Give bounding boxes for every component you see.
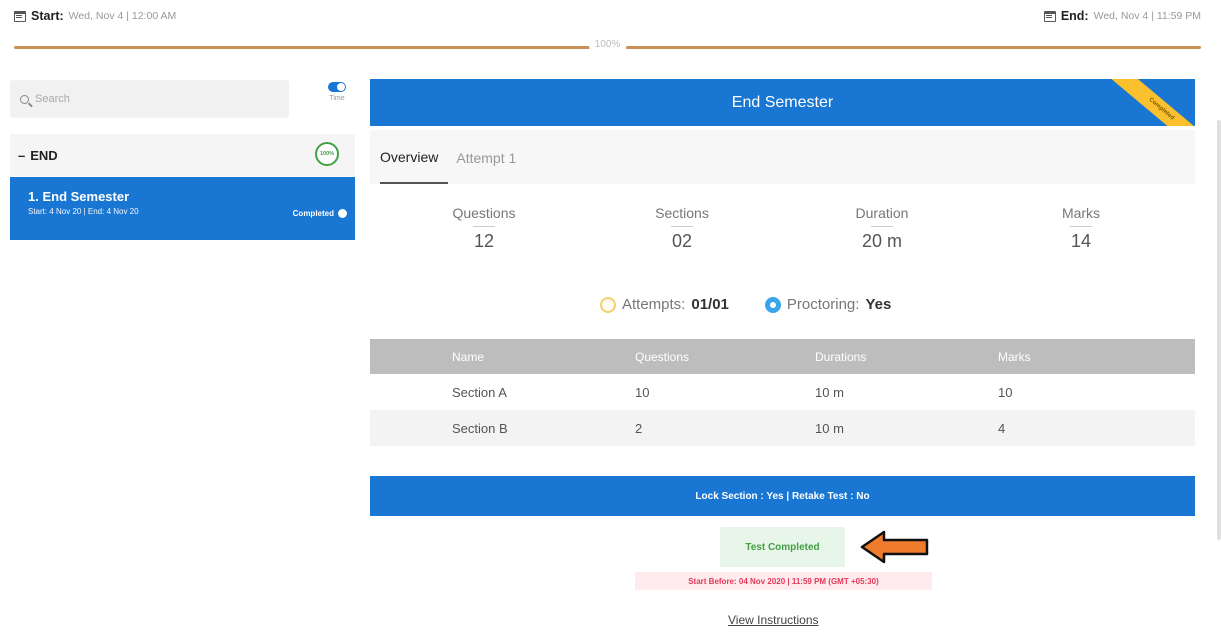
column-header-durations: Durations <box>815 339 998 374</box>
time-toggle[interactable] <box>328 82 346 92</box>
stat-label: Sections <box>655 205 709 221</box>
attempts-info: Attempts: 01/01 <box>600 296 729 313</box>
tab-bar: Overview Attempt 1 <box>370 130 1195 184</box>
lock-info-bar: Lock Section : Yes | Retake Test : No <box>370 476 1195 516</box>
proctoring-info: Proctoring: Yes <box>764 296 892 313</box>
schedule-progress-bar: 100% <box>14 39 1201 50</box>
schedule-progress-label: 100% <box>588 39 627 50</box>
start-before-notice: Start Before: 04 Nov 2020 | 11:59 PM (GM… <box>635 572 932 590</box>
status-dot-icon <box>338 209 347 218</box>
table-row: Section A 10 10 m 10 <box>370 374 1195 410</box>
time-toggle-label: Time <box>329 95 345 102</box>
stat-value: 14 <box>1070 231 1092 251</box>
tab-attempt-1[interactable]: Attempt 1 <box>456 132 526 183</box>
test-completed-button[interactable]: Test Completed <box>720 527 845 567</box>
cell-section-name: Section A <box>452 384 507 400</box>
column-header-name: Name <box>370 339 635 374</box>
stat-label: Duration <box>855 205 909 221</box>
collapse-icon[interactable]: – <box>18 148 25 163</box>
start-label: Start: <box>31 9 64 23</box>
stat-divider <box>871 226 893 227</box>
sidebar-item-title: 1. End Semester <box>28 189 130 204</box>
stat-divider <box>1070 226 1092 227</box>
calendar-icon <box>14 10 26 22</box>
proctoring-value: Yes <box>865 296 892 313</box>
group-header-end[interactable]: – END 100% <box>10 134 355 176</box>
sidebar-item-end-semester[interactable]: 1. End Semester Start: 4 Nov 20 | End: 4… <box>10 177 355 240</box>
view-instructions-link[interactable]: View Instructions <box>728 613 819 627</box>
cell-marks: 10 <box>998 384 1013 400</box>
group-name: END <box>30 147 58 163</box>
attempts-label: Attempts: <box>622 296 686 313</box>
stat-divider <box>473 226 495 227</box>
cell-section-name: Section B <box>370 410 635 446</box>
schedule-bar: Start: Wed, Nov 4 | 12:00 AM End: Wed, N… <box>0 0 1221 60</box>
stat-value: 20 m <box>861 231 903 251</box>
cell-duration: 10 m <box>815 384 844 400</box>
end-value: Wed, Nov 4 | 11:59 PM <box>1093 10 1201 22</box>
end-time: End: Wed, Nov 4 | 11:59 PM <box>1043 9 1201 23</box>
attempts-value: 01/01 <box>691 296 729 313</box>
stat-label: Questions <box>452 205 516 221</box>
column-header-marks: Marks <box>998 339 1195 374</box>
cell-marks: 4 <box>998 410 1195 446</box>
sidebar-item-status-label: Completed <box>292 209 334 218</box>
calendar-icon <box>1043 10 1056 22</box>
stat-marks: Marks 14 <box>1026 205 1136 252</box>
search-icon <box>20 94 29 104</box>
column-header-questions: Questions <box>635 339 815 374</box>
stat-value: 12 <box>473 231 495 251</box>
attempts-icon <box>600 296 616 313</box>
stat-questions: Questions 12 <box>429 205 539 252</box>
time-toggle-wrap[interactable]: Time <box>322 82 352 102</box>
proctoring-icon <box>764 296 781 313</box>
stat-duration: Duration 20 m <box>827 205 937 252</box>
table-row: Section B 2 10 m 4 <box>370 410 1195 446</box>
proctoring-label: Proctoring: <box>786 296 860 313</box>
stat-value: 02 <box>671 231 693 251</box>
attempt-meta: Attempts: 01/01 Proctoring: Yes <box>600 296 891 313</box>
arrow-left-icon <box>860 530 929 564</box>
sidebar-item-status: Completed <box>293 209 347 218</box>
stat-divider <box>671 226 693 227</box>
test-stats: Questions 12 Sections 02 Duration 20 m M… <box>370 205 1195 265</box>
start-time: Start: Wed, Nov 4 | 12:00 AM <box>14 9 176 23</box>
test-title: End Semester <box>731 93 834 111</box>
cell-questions: 10 <box>635 384 650 400</box>
test-title-banner: End Semester Completed <box>370 79 1195 126</box>
search-box[interactable] <box>10 80 289 118</box>
search-input[interactable] <box>35 93 275 105</box>
scrollbar[interactable] <box>1217 120 1221 540</box>
group-progress-ring: 100% <box>315 142 339 166</box>
table-header-row: Name Questions Durations Marks <box>370 339 1195 374</box>
sections-table: Name Questions Durations Marks Section A… <box>370 339 1195 446</box>
cell-questions: 2 <box>635 410 815 446</box>
tab-overview[interactable]: Overview <box>380 131 449 184</box>
stat-label: Marks <box>1061 205 1101 221</box>
completed-ribbon: Completed <box>1109 79 1195 126</box>
cell-duration: 10 m <box>815 410 998 446</box>
end-label: End: <box>1060 9 1089 23</box>
stat-sections: Sections 02 <box>627 205 737 252</box>
start-value: Wed, Nov 4 | 12:00 AM <box>68 10 177 22</box>
